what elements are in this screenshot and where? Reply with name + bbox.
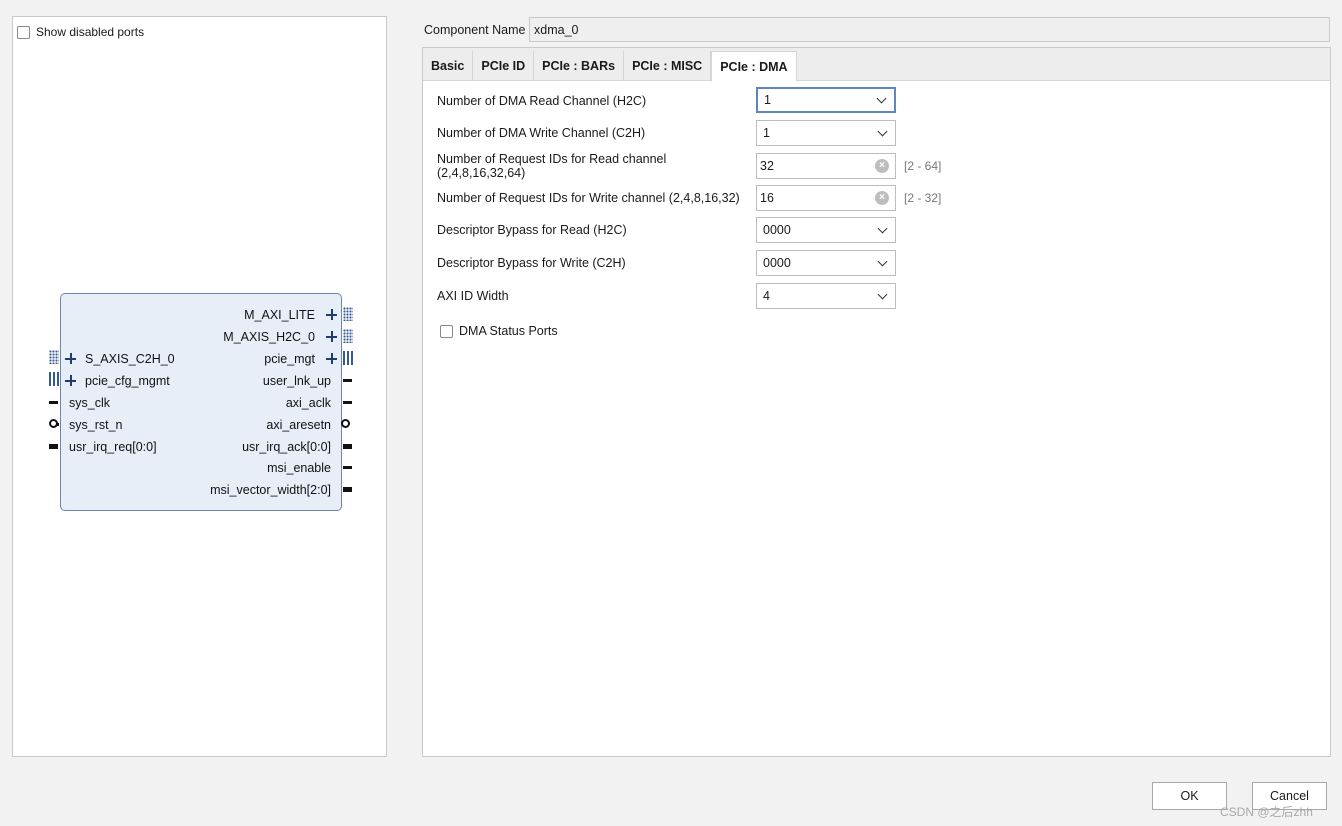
tab-pcie-misc[interactable]: PCIe : MISC xyxy=(624,51,712,81)
expand-icon[interactable] xyxy=(65,353,76,364)
pin-icon xyxy=(343,487,352,492)
show-disabled-ports-checkbox[interactable] xyxy=(17,25,30,39)
chevron-down-icon xyxy=(877,289,888,299)
bus-connector-icon xyxy=(343,307,353,321)
bypass-write-value: 0000 xyxy=(763,256,791,270)
port-axi-aresetn: axi_aresetn xyxy=(266,418,331,432)
pin-icon xyxy=(49,444,58,449)
pin-icon xyxy=(343,466,352,469)
bypass-read-value: 0000 xyxy=(763,223,791,237)
req-ids-read-input[interactable]: 32 × xyxy=(756,153,896,179)
tab-pcie-dma[interactable]: PCIe : DMA xyxy=(711,51,797,82)
chevron-down-icon xyxy=(876,93,887,103)
bypass-read-row: Descriptor Bypass for Read (H2C) xyxy=(437,217,756,243)
inverted-pin-icon xyxy=(341,419,350,428)
req-ids-write-value: 16 xyxy=(760,191,774,205)
bypass-write-label: Descriptor Bypass for Write (C2H) xyxy=(437,256,626,270)
port-sys-clk: sys_clk xyxy=(69,396,110,410)
ok-button[interactable]: OK xyxy=(1152,782,1227,810)
axi-id-width-select[interactable]: 4 xyxy=(756,283,896,309)
config-panel: Basic PCIe ID PCIe : BARs PCIe : MISC PC… xyxy=(422,47,1331,757)
port-pcie-cfg-mgmt: pcie_cfg_mgmt xyxy=(85,374,170,388)
bus-connector-icon xyxy=(343,351,353,365)
pin-icon xyxy=(343,444,352,449)
clear-icon[interactable]: × xyxy=(875,191,889,205)
port-user-lnk-up: user_lnk_up xyxy=(262,374,331,388)
axi-id-width-label: AXI ID Width xyxy=(437,289,509,303)
req-ids-write-label: Number of Request IDs for Write channel … xyxy=(437,191,740,205)
bypass-read-select[interactable]: 0000 xyxy=(756,217,896,243)
pin-icon xyxy=(343,379,352,382)
port-axi-aclk: axi_aclk xyxy=(285,396,331,410)
tab-bar: Basic PCIe ID PCIe : BARs PCIe : MISC PC… xyxy=(423,48,1330,82)
write-channel-value: 1 xyxy=(763,126,770,140)
read-channel-value: 1 xyxy=(764,93,771,107)
clear-icon[interactable]: × xyxy=(875,159,889,173)
expand-icon[interactable] xyxy=(326,309,337,320)
bypass-read-label: Descriptor Bypass for Read (H2C) xyxy=(437,223,627,237)
chevron-down-icon xyxy=(877,256,888,266)
xdma-ip-block[interactable]: M_AXI_LITE M_AXIS_H2C_0 pcie_mgt user_ln… xyxy=(60,293,342,511)
pin-icon xyxy=(49,401,58,404)
dma-status-ports-row[interactable]: DMA Status Ports xyxy=(440,324,558,338)
expand-icon[interactable] xyxy=(326,353,337,364)
bypass-write-select[interactable]: 0000 xyxy=(756,250,896,276)
tab-pcie-bars[interactable]: PCIe : BARs xyxy=(534,51,625,81)
port-usr-irq-ack: usr_irq_ack[0:0] xyxy=(242,440,331,454)
dma-status-ports-checkbox[interactable] xyxy=(440,324,453,338)
bus-connector-icon xyxy=(49,372,59,386)
port-usr-irq-req: usr_irq_req[0:0] xyxy=(69,440,157,454)
port-msi-enable: msi_enable xyxy=(267,461,331,475)
watermark: CSDN @之后zhh xyxy=(1220,805,1313,819)
port-m-axi-lite: M_AXI_LITE xyxy=(244,308,315,322)
port-pcie-mgt: pcie_mgt xyxy=(264,352,315,366)
pin-icon xyxy=(343,401,352,404)
show-disabled-ports-row[interactable]: Show disabled ports xyxy=(17,25,144,39)
expand-icon[interactable] xyxy=(65,375,76,386)
port-msi-vector-width: msi_vector_width[2:0] xyxy=(210,483,331,497)
read-channel-row: Number of DMA Read Channel (H2C) xyxy=(437,88,756,114)
bypass-write-row: Descriptor Bypass for Write (C2H) xyxy=(437,250,756,276)
req-ids-write-range: [2 - 32] xyxy=(904,191,942,205)
tab-pcie-id[interactable]: PCIe ID xyxy=(473,51,535,81)
write-channel-label: Number of DMA Write Channel (C2H) xyxy=(437,126,646,140)
inverted-pin-icon xyxy=(49,419,58,428)
port-m-axis-h2c: M_AXIS_H2C_0 xyxy=(223,330,315,344)
ip-symbol-panel: Show disabled ports M_AXI_LITE M_AXIS_H2… xyxy=(12,16,387,757)
bus-connector-icon xyxy=(49,350,59,364)
axi-id-width-row: AXI ID Width xyxy=(437,283,756,309)
component-name-input[interactable]: xdma_0 xyxy=(529,17,1330,42)
read-channel-label: Number of DMA Read Channel (H2C) xyxy=(437,94,647,108)
chevron-down-icon xyxy=(877,223,888,233)
write-channel-select[interactable]: 1 xyxy=(756,120,896,146)
req-ids-write-row: Number of Request IDs for Write channel … xyxy=(437,185,756,211)
bus-connector-icon xyxy=(343,329,353,343)
write-channel-row: Number of DMA Write Channel (C2H) xyxy=(437,120,756,146)
component-name-label: Component Name xyxy=(424,23,526,37)
chevron-down-icon xyxy=(877,126,888,136)
port-sys-rst-n: sys_rst_n xyxy=(69,418,123,432)
req-ids-write-input[interactable]: 16 × xyxy=(756,185,896,211)
req-ids-read-range: [2 - 64] xyxy=(904,159,942,173)
tab-basic[interactable]: Basic xyxy=(423,51,474,81)
expand-icon[interactable] xyxy=(326,331,337,342)
show-disabled-ports-label: Show disabled ports xyxy=(36,25,145,39)
dma-status-ports-label: DMA Status Ports xyxy=(459,324,558,338)
req-ids-read-row: Number of Request IDs for Read channel (… xyxy=(437,152,756,180)
req-ids-read-label: Number of Request IDs for Read channel (… xyxy=(437,152,667,180)
axi-id-width-value: 4 xyxy=(763,289,770,303)
req-ids-read-value: 32 xyxy=(760,159,774,173)
port-s-axis-c2h: S_AXIS_C2H_0 xyxy=(85,352,175,366)
read-channel-select[interactable]: 1 xyxy=(756,87,896,113)
